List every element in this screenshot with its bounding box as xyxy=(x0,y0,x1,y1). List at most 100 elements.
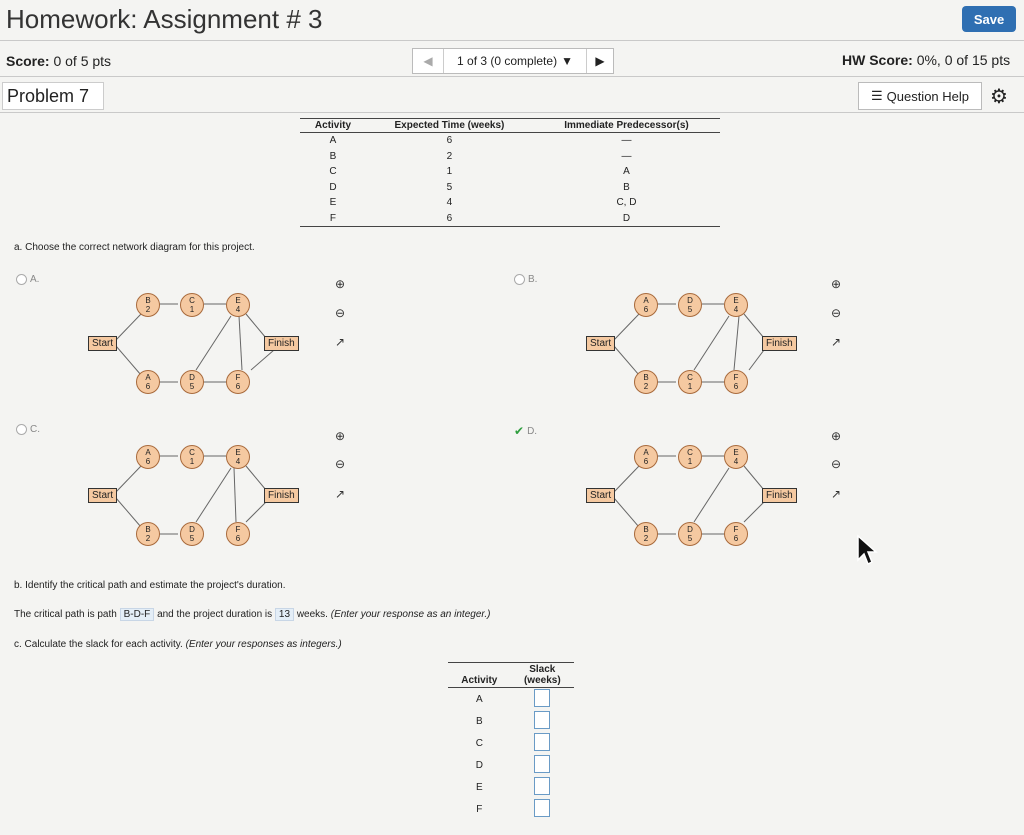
divider xyxy=(0,76,1024,77)
start-node: Start xyxy=(88,488,118,503)
option-label: B. xyxy=(528,274,538,285)
table-row: B xyxy=(448,710,574,732)
save-button[interactable]: Save xyxy=(962,6,1016,32)
problem-label: Problem 7 xyxy=(2,82,104,110)
node-a: A6 xyxy=(634,445,658,469)
question-help-label: Question Help xyxy=(886,88,970,104)
option-d-radio[interactable]: ✔ D. xyxy=(514,424,537,438)
cell: 6 xyxy=(365,210,533,227)
table-row: D 5 B xyxy=(300,180,720,196)
cell: B xyxy=(475,715,483,727)
part-c-prompt-line: c. Calculate the slack for each activity… xyxy=(14,639,342,650)
cell: F xyxy=(300,210,366,227)
score-value: 0 of 5 pts xyxy=(53,53,112,69)
node-a: A6 xyxy=(136,445,160,469)
table-row: C 1 A xyxy=(300,164,720,180)
zoom-out-icon[interactable]: ⊖ xyxy=(332,456,348,472)
part-a-prompt: a. Choose the correct network diagram fo… xyxy=(14,242,255,253)
table-header: Slack (weeks) xyxy=(510,662,574,688)
zoom-out-icon[interactable]: ⊖ xyxy=(332,305,348,321)
cell: 4 xyxy=(446,197,453,209)
table-row: F xyxy=(448,798,574,820)
cell: 5 xyxy=(446,181,453,193)
table-row: D xyxy=(448,754,574,776)
option-c-radio[interactable]: C. xyxy=(16,424,40,435)
next-question-button[interactable]: ▶ xyxy=(586,49,613,73)
node-e: E4 xyxy=(226,445,250,469)
cell: B xyxy=(329,150,337,162)
node-b: B2 xyxy=(634,370,658,394)
zoom-in-icon[interactable]: ⊕ xyxy=(332,428,348,444)
node-d: D5 xyxy=(678,522,702,546)
table-row: C xyxy=(448,732,574,754)
radio-icon xyxy=(16,424,27,435)
option-b-radio[interactable]: B. xyxy=(514,274,537,285)
question-navigator: ◀ 1 of 3 (0 complete) ▼ ▶ xyxy=(412,48,614,74)
question-position: 1 of 3 (0 complete) xyxy=(457,54,558,68)
zoom-in-icon[interactable]: ⊕ xyxy=(828,276,844,292)
checkmark-icon: ✔ xyxy=(514,424,525,438)
node-c: C1 xyxy=(180,293,204,317)
slack-table: Activity Slack (weeks) A B C D E F xyxy=(448,662,574,820)
start-node: Start xyxy=(88,336,118,351)
part-b-prompt: b. Identify the critical path and estima… xyxy=(14,580,286,591)
open-window-icon[interactable]: ↗ xyxy=(332,334,348,350)
triangle-left-icon: ◀ xyxy=(423,54,433,68)
cell: B xyxy=(623,181,630,193)
cell: D xyxy=(532,210,720,227)
cell: F xyxy=(476,803,483,815)
list-icon: ☰ xyxy=(870,88,883,103)
option-a-radio[interactable]: A. xyxy=(16,274,39,285)
slack-input[interactable] xyxy=(534,754,551,773)
open-window-icon[interactable]: ↗ xyxy=(828,486,844,502)
critical-path-input[interactable]: B-D-F xyxy=(119,608,155,621)
zoom-out-icon[interactable]: ⊖ xyxy=(828,456,844,472)
open-window-icon[interactable]: ↗ xyxy=(332,486,348,502)
node-b: B2 xyxy=(136,293,160,317)
hw-score: HW Score: 0%, 0 of 15 pts xyxy=(842,52,1010,68)
gear-icon[interactable]: ⚙ xyxy=(990,84,1008,109)
slack-input[interactable] xyxy=(534,732,551,751)
answer-text: weeks. xyxy=(296,609,328,620)
divider xyxy=(0,40,1024,41)
slack-input[interactable] xyxy=(534,776,551,795)
network-diagram-a: Start Finish B2 C1 E4 A6 D5 F6 xyxy=(86,290,326,408)
caret-down-icon: ▼ xyxy=(561,54,573,68)
start-node: Start xyxy=(586,336,616,351)
slack-input[interactable] xyxy=(534,688,551,707)
slack-input[interactable] xyxy=(534,710,551,729)
zoom-in-icon[interactable]: ⊕ xyxy=(828,428,844,444)
hw-score-value: 0%, 0 of 15 pts xyxy=(916,52,1011,68)
open-window-icon[interactable]: ↗ xyxy=(828,334,844,350)
score: Score: 0 of 5 pts xyxy=(6,53,111,69)
finish-node: Finish xyxy=(762,336,797,351)
cell: A xyxy=(475,693,483,705)
node-f: F6 xyxy=(226,522,250,546)
node-c: C1 xyxy=(180,445,204,469)
node-d: D5 xyxy=(180,522,204,546)
node-a: A6 xyxy=(634,293,658,317)
cell: — xyxy=(621,150,632,162)
network-diagram-c: Start Finish A6 C1 E4 B2 D5 F6 xyxy=(86,442,326,560)
node-b: B2 xyxy=(634,522,658,546)
start-node: Start xyxy=(586,488,616,503)
question-help-button[interactable]: ☰ Question Help xyxy=(858,82,982,110)
zoom-out-icon[interactable]: ⊖ xyxy=(828,305,844,321)
previous-question-button[interactable]: ◀ xyxy=(413,49,444,73)
zoom-in-icon[interactable]: ⊕ xyxy=(332,276,348,292)
finish-node: Finish xyxy=(762,488,797,503)
activity-table: Activity Expected Time (weeks) Immediate… xyxy=(300,118,720,227)
slack-input[interactable] xyxy=(534,798,551,817)
node-e: E4 xyxy=(724,445,748,469)
cell: C, D xyxy=(616,197,637,209)
table-row: A 6 — xyxy=(300,133,720,149)
option-label: A. xyxy=(30,274,40,285)
node-a: A6 xyxy=(136,370,160,394)
table-header: Activity xyxy=(448,662,511,688)
radio-icon xyxy=(16,274,27,285)
cell: C xyxy=(329,166,337,178)
question-selector[interactable]: 1 of 3 (0 complete) ▼ xyxy=(445,49,585,73)
score-label: Score: xyxy=(6,53,50,69)
cell: D xyxy=(329,181,337,193)
duration-input[interactable]: 13 xyxy=(274,608,295,621)
